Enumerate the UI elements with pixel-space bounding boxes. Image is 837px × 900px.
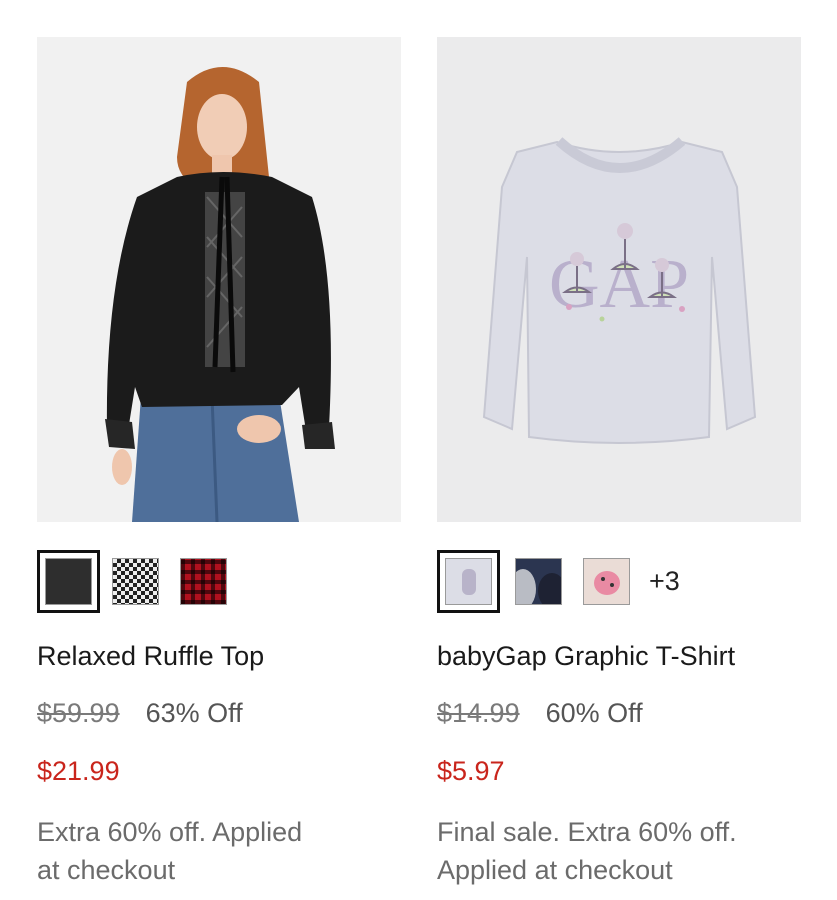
- swatch-pink-ladybug-print[interactable]: [583, 558, 630, 605]
- sale-price: $21.99: [37, 756, 120, 786]
- swatch-black-solid[interactable]: [37, 550, 100, 613]
- promo-text: Final sale. Extra 60% off. Applied at ch…: [437, 813, 807, 889]
- color-swatches: [37, 550, 401, 614]
- product-name[interactable]: Relaxed Ruffle Top: [37, 641, 264, 672]
- more-swatches-count[interactable]: +3: [649, 566, 680, 597]
- swatch-lavender-ballerina-print[interactable]: [437, 550, 500, 613]
- discount-percent: 60% Off: [545, 698, 643, 728]
- original-price: $14.99: [437, 698, 520, 728]
- product-image-relaxed-ruffle-top[interactable]: [37, 37, 401, 522]
- promo-line-1: Extra 60% off. Applied: [37, 817, 303, 847]
- swatch-black-white-gingham[interactable]: [112, 558, 159, 605]
- promo-line-2: Applied at checkout: [437, 855, 673, 885]
- swatch-navy-moon-print[interactable]: [515, 558, 562, 605]
- sale-price: $5.97: [437, 756, 505, 786]
- woman-black-blouse-photo: [105, 67, 335, 522]
- lavender-tshirt-photo: GAP: [482, 137, 757, 444]
- svg-text:GAP: GAP: [549, 246, 689, 323]
- price-row: $14.99 60% Off: [437, 698, 643, 729]
- product-card-relaxed-ruffle-top[interactable]: Relaxed Ruffle Top $59.99 63% Off $21.99 …: [37, 37, 401, 885]
- product-name[interactable]: babyGap Graphic T-Shirt: [437, 641, 735, 672]
- original-price: $59.99: [37, 698, 120, 728]
- product-image-babygap-graphic-tshirt[interactable]: GAP: [437, 37, 801, 522]
- promo-line-1: Final sale. Extra 60% off.: [437, 817, 737, 847]
- swatch-red-black-plaid[interactable]: [180, 558, 227, 605]
- discount-percent: 63% Off: [145, 698, 243, 728]
- promo-line-2: at checkout: [37, 855, 176, 885]
- price-row: $59.99 63% Off: [37, 698, 243, 729]
- color-swatches: +3: [437, 550, 801, 614]
- promo-text: Extra 60% off. Applied at checkout: [37, 813, 407, 889]
- product-card-babygap-graphic-tshirt[interactable]: GAP +3 babyGap Graphic T-Shirt $14.99 60…: [437, 37, 801, 885]
